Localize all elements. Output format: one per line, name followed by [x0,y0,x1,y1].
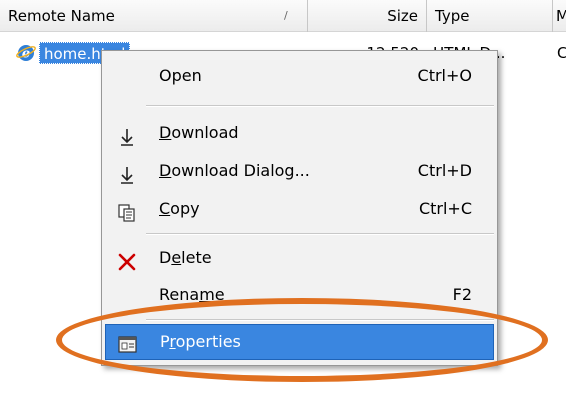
shortcut-open: Ctrl+O [417,66,472,85]
download-icon [117,123,137,146]
delete-x-icon [117,248,137,271]
menu-separator [146,319,494,321]
menu-separator [146,105,494,107]
menu-item-copy[interactable]: Copy Ctrl+C [105,190,494,228]
column-size[interactable]: Size [308,0,427,32]
menu-item-download[interactable]: Download [105,114,494,152]
context-menu: Open Ctrl+O Download Download Dialog... … [101,50,498,366]
menu-item-open[interactable]: Open Ctrl+O [105,57,494,95]
copy-icon [117,199,137,222]
menu-item-download-dialog[interactable]: Download Dialog... Ctrl+D [105,152,494,190]
menu-separator [146,233,494,235]
shortcut-rename: F2 [452,285,472,304]
file-more: C [557,44,566,62]
column-more[interactable]: M [553,0,566,32]
menu-item-rename[interactable]: Rename F2 [105,276,494,314]
sort-indicator-icon: / [284,9,288,22]
column-header: Remote Name / Size Type M [0,0,566,32]
column-type[interactable]: Type [427,0,553,32]
download-icon [117,161,137,184]
ie-html-icon: e [16,43,36,63]
menu-item-properties[interactable]: Properties [105,324,494,360]
properties-icon [118,332,138,353]
shortcut-copy: Ctrl+C [418,199,472,218]
shortcut-download-dialog: Ctrl+D [417,161,472,180]
menu-item-delete[interactable]: Delete [105,239,494,277]
column-remote-name[interactable]: Remote Name [0,0,308,32]
